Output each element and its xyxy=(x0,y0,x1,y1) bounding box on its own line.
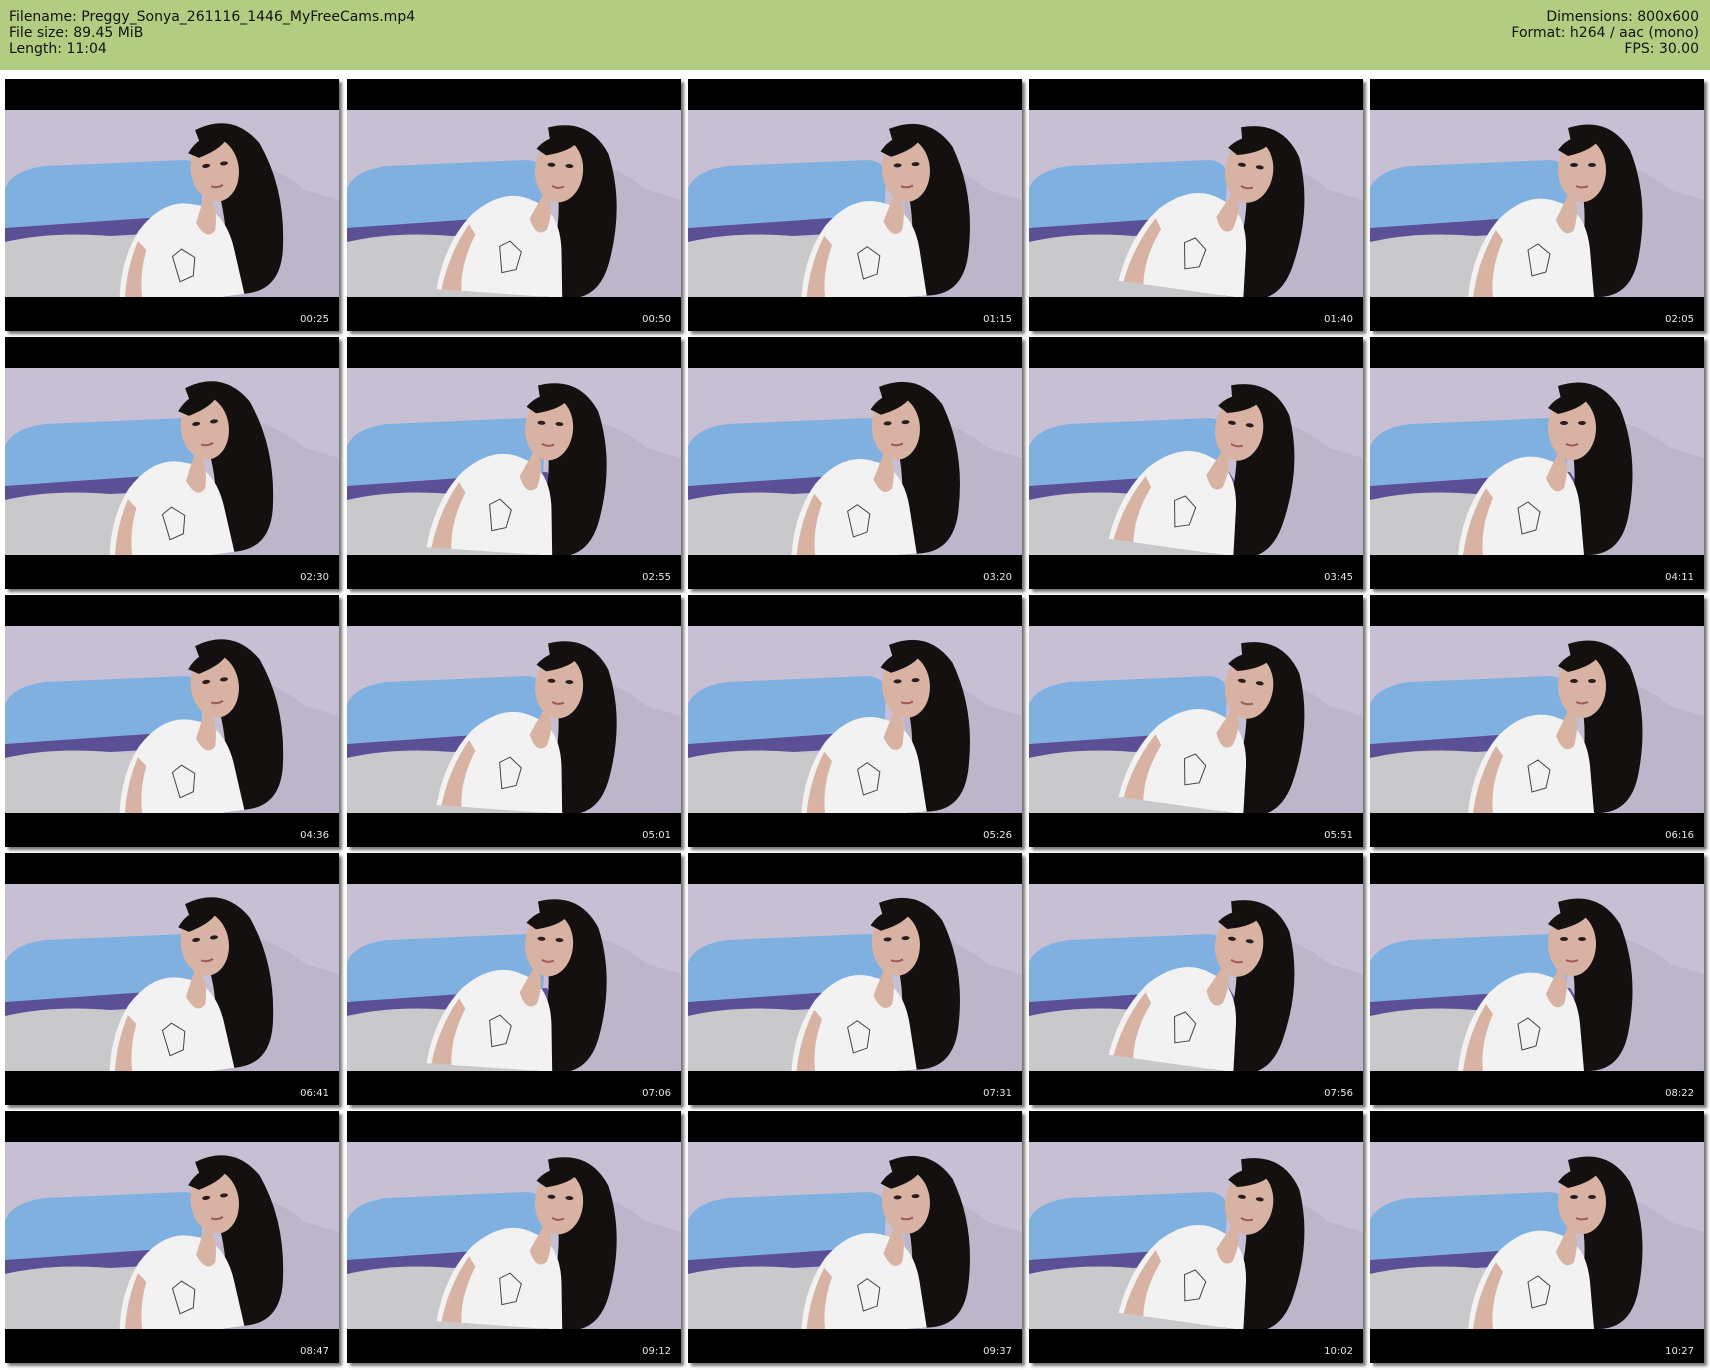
video-thumbnail: 07:56 xyxy=(1029,853,1363,1105)
filename-label: Filename: Preggy_Sonya_261116_1446_MyFre… xyxy=(9,9,416,25)
video-frame-image xyxy=(1370,884,1704,1071)
timestamp-label: 04:11 xyxy=(1665,572,1694,583)
timestamp-label: 07:56 xyxy=(1324,1088,1353,1099)
timestamp-label: 10:02 xyxy=(1324,1346,1353,1357)
timestamp-label: 00:50 xyxy=(642,314,671,325)
file-size-label: File size: 89.45 MiB xyxy=(9,25,144,41)
video-frame-image xyxy=(1370,368,1704,555)
video-frame-image xyxy=(688,368,1022,555)
video-frame-image xyxy=(347,626,681,813)
video-thumbnail: 02:05 xyxy=(1370,79,1704,331)
video-thumbnail: 00:25 xyxy=(5,79,339,331)
timestamp-label: 01:40 xyxy=(1324,314,1353,325)
timestamp-label: 09:37 xyxy=(983,1346,1012,1357)
video-thumbnail: 09:12 xyxy=(347,1111,681,1363)
format-label: Format: h264 / aac (mono) xyxy=(1511,25,1699,41)
fps-label: FPS: 30.00 xyxy=(1624,41,1699,57)
video-frame-image xyxy=(347,368,681,555)
video-thumbnail: 06:41 xyxy=(5,853,339,1105)
file-info: Filename: Preggy_Sonya_261116_1446_MyFre… xyxy=(9,9,415,57)
timestamp-label: 03:45 xyxy=(1324,572,1353,583)
video-thumbnail: 02:55 xyxy=(347,337,681,589)
timestamp-label: 02:55 xyxy=(642,572,671,583)
timestamp-label: 02:30 xyxy=(300,572,329,583)
timestamp-label: 00:25 xyxy=(300,314,329,325)
video-thumbnail: 03:20 xyxy=(688,337,1022,589)
video-thumbnail: 01:40 xyxy=(1029,79,1363,331)
timestamp-label: 05:01 xyxy=(642,830,671,841)
video-frame-image xyxy=(1370,110,1704,297)
timestamp-label: 07:06 xyxy=(642,1088,671,1099)
video-thumbnail: 02:30 xyxy=(5,337,339,589)
video-thumbnail: 08:22 xyxy=(1370,853,1704,1105)
video-frame-image xyxy=(347,1142,681,1329)
timestamp-label: 06:41 xyxy=(300,1088,329,1099)
timestamp-label: 03:20 xyxy=(983,572,1012,583)
video-frame-image xyxy=(1370,1142,1704,1329)
length-label: Length: 11:04 xyxy=(9,41,107,57)
video-thumbnail: 06:16 xyxy=(1370,595,1704,847)
video-thumbnail: 05:26 xyxy=(688,595,1022,847)
timestamp-label: 02:05 xyxy=(1665,314,1694,325)
video-thumbnail: 07:31 xyxy=(688,853,1022,1105)
video-frame-image xyxy=(347,110,681,297)
timestamp-label: 05:51 xyxy=(1324,830,1353,841)
video-frame-image xyxy=(5,884,339,1071)
video-thumbnail: 10:27 xyxy=(1370,1111,1704,1363)
video-frame-image xyxy=(5,626,339,813)
info-header: Filename: Preggy_Sonya_261116_1446_MyFre… xyxy=(0,0,1710,70)
video-thumbnail: 05:01 xyxy=(347,595,681,847)
timestamp-label: 01:15 xyxy=(983,314,1012,325)
timestamp-label: 09:12 xyxy=(642,1346,671,1357)
video-thumbnail: 05:51 xyxy=(1029,595,1363,847)
video-thumbnail: 07:06 xyxy=(347,853,681,1105)
video-frame-image xyxy=(688,884,1022,1071)
video-info: Dimensions: 800x600 Format: h264 / aac (… xyxy=(1511,9,1699,57)
video-thumbnail: 09:37 xyxy=(688,1111,1022,1363)
video-frame-image xyxy=(5,1142,339,1329)
video-frame-image xyxy=(5,110,339,297)
video-frame-image xyxy=(688,110,1022,297)
video-frame-image xyxy=(1370,626,1704,813)
video-thumbnail: 10:02 xyxy=(1029,1111,1363,1363)
video-thumbnail: 01:15 xyxy=(688,79,1022,331)
timestamp-label: 07:31 xyxy=(983,1088,1012,1099)
video-thumbnail: 04:11 xyxy=(1370,337,1704,589)
video-frame-image xyxy=(1029,110,1363,297)
video-frame-image xyxy=(1029,368,1363,555)
timestamp-label: 06:16 xyxy=(1665,830,1694,841)
thumbnail-grid: 00:25 00:50 01:15 01:40 02:05 02:30 02:5… xyxy=(0,70,1710,1370)
video-frame-image xyxy=(5,368,339,555)
timestamp-label: 04:36 xyxy=(300,830,329,841)
video-thumbnail: 04:36 xyxy=(5,595,339,847)
video-frame-image xyxy=(1029,884,1363,1071)
dimensions-label: Dimensions: 800x600 xyxy=(1546,9,1699,25)
video-thumbnail: 03:45 xyxy=(1029,337,1363,589)
video-frame-image xyxy=(1029,1142,1363,1329)
timestamp-label: 05:26 xyxy=(983,830,1012,841)
video-frame-image xyxy=(347,884,681,1071)
video-frame-image xyxy=(1029,626,1363,813)
timestamp-label: 10:27 xyxy=(1665,1346,1694,1357)
timestamp-label: 08:22 xyxy=(1665,1088,1694,1099)
timestamp-label: 08:47 xyxy=(300,1346,329,1357)
video-frame-image xyxy=(688,1142,1022,1329)
video-thumbnail: 00:50 xyxy=(347,79,681,331)
video-frame-image xyxy=(688,626,1022,813)
video-thumbnail: 08:47 xyxy=(5,1111,339,1363)
